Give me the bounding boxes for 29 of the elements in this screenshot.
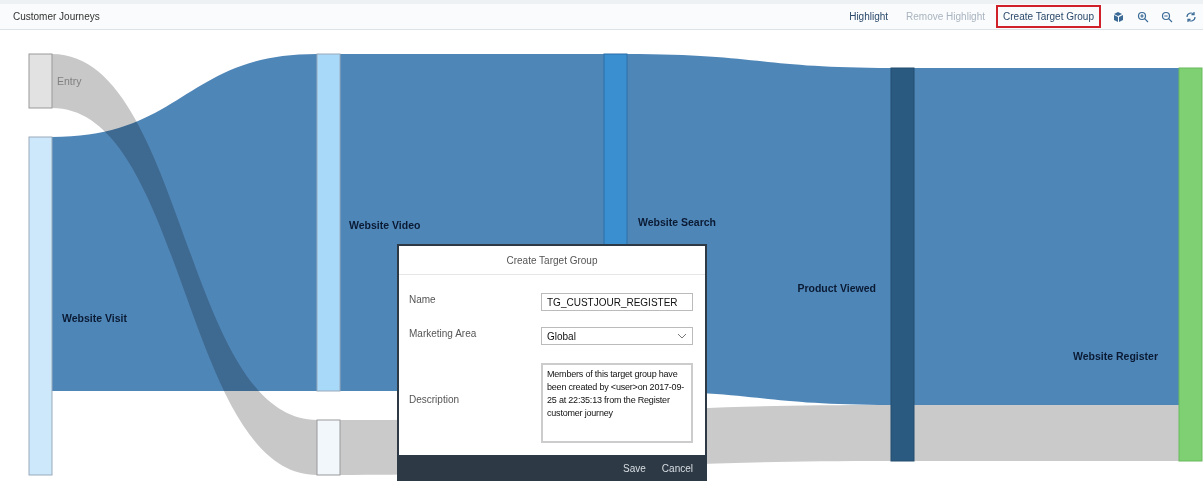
node-label: Entry <box>57 75 82 87</box>
node-bar[interactable] <box>890 67 915 462</box>
refresh-icon[interactable] <box>1185 10 1197 23</box>
toolbar-button[interactable]: Create Target Group <box>996 5 1101 28</box>
node-label: Product Viewed <box>797 282 876 294</box>
description-field[interactable]: Members of this target group have been created by <user>on 2017-09-25 at 22:35:13 from the Register customer journey <box>541 363 693 443</box>
node-label: Website Search <box>638 216 716 228</box>
node-bar[interactable] <box>28 53 53 109</box>
dialog-title: Create Target Group <box>399 246 705 275</box>
field-label: Name <box>409 293 437 305</box>
chevron-down-icon <box>677 333 687 339</box>
node-label: Website Visit <box>62 312 127 324</box>
node-label: Website Register <box>1073 350 1158 362</box>
toolbar-button[interactable]: Highlight <box>842 5 896 28</box>
page-title: Customer Journeys <box>13 11 101 22</box>
field-label: Marketing Area <box>409 327 478 339</box>
cubes-icon[interactable] <box>1113 10 1125 23</box>
footer-button[interactable]: Cancel <box>655 460 699 477</box>
node-bar[interactable] <box>316 419 341 476</box>
field-label: Description <box>409 393 461 405</box>
node-bar[interactable] <box>1178 67 1203 462</box>
node-bar[interactable] <box>316 53 341 392</box>
node-bar[interactable] <box>28 136 53 476</box>
zoom-in-icon[interactable] <box>1137 10 1149 23</box>
name-field[interactable]: TG_CUSTJOUR_REGISTER <box>541 293 693 311</box>
node-label: Website Video <box>349 219 421 231</box>
dropdown-field[interactable]: Global <box>541 327 693 345</box>
footer-button[interactable]: Save <box>617 460 652 477</box>
zoom-out-icon[interactable] <box>1161 10 1173 23</box>
